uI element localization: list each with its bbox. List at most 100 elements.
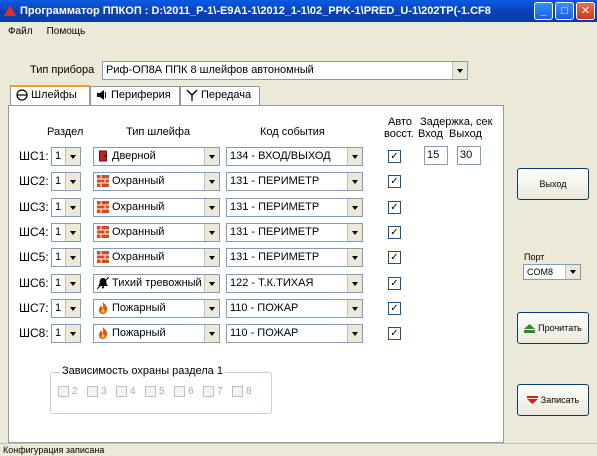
loop-type-select[interactable]: Тихий тревожный (93, 274, 220, 293)
dependency-checkbox[interactable]: 8 (232, 386, 252, 397)
chevron-down-icon[interactable] (65, 275, 80, 292)
auto-restore-checkbox[interactable]: ✓ (388, 175, 401, 188)
loop-event-code-select[interactable]: 122 - Т.К.ТИХАЯ (226, 274, 363, 293)
chevron-down-icon[interactable] (204, 325, 219, 342)
chevron-down-icon[interactable] (65, 300, 80, 317)
tab-loops[interactable]: Шлейфы (10, 85, 90, 107)
chevron-down-icon[interactable] (347, 148, 362, 165)
loop-event-code-select[interactable]: 131 - ПЕРИМЕТР (226, 248, 363, 267)
dependency-checkbox[interactable]: 5 (145, 386, 165, 397)
dependency-checkbox[interactable]: 2 (58, 386, 78, 397)
chevron-down-icon[interactable] (204, 224, 219, 241)
minimize-button[interactable]: _ (534, 2, 553, 20)
delay-in-input[interactable]: 15 (424, 146, 448, 165)
dependency-checkbox[interactable]: 6 (174, 386, 194, 397)
loop-event-code-select[interactable]: 134 - ВХОД/ВЫХОД (226, 147, 363, 166)
auto-restore-checkbox[interactable]: ✓ (388, 251, 401, 264)
loop-type-select[interactable]: Дверной (93, 147, 220, 166)
port-select[interactable]: COM8 (523, 264, 581, 280)
loop-section-select[interactable]: 1 (51, 248, 81, 267)
loop-event-code-select[interactable]: 131 - ПЕРИМЕТР (226, 172, 363, 191)
checkbox-box[interactable] (203, 386, 214, 397)
loop-section-select[interactable]: 1 (51, 147, 81, 166)
loop-type-select[interactable]: Охранный (93, 172, 220, 191)
delay-out-input[interactable]: 30 (457, 146, 481, 165)
chevron-down-icon[interactable] (347, 224, 362, 241)
loop-section-select[interactable]: 1 (51, 223, 81, 242)
chevron-down-icon[interactable] (204, 300, 219, 317)
auto-restore-checkbox[interactable]: ✓ (388, 226, 401, 239)
chevron-down-icon[interactable] (347, 199, 362, 216)
chevron-down-icon[interactable] (565, 265, 580, 279)
loop-event-code-select[interactable]: 110 - ПОЖАР (226, 324, 363, 343)
chevron-down-icon[interactable] (347, 173, 362, 190)
chevron-down-icon[interactable] (65, 148, 80, 165)
chevron-down-icon[interactable] (65, 325, 80, 342)
loop-type-select[interactable]: Охранный (93, 248, 220, 267)
checkbox-box[interactable] (58, 386, 69, 397)
chevron-down-icon[interactable] (204, 275, 219, 292)
chevron-down-icon[interactable] (204, 199, 219, 216)
loop-section-select[interactable]: 1 (51, 324, 81, 343)
write-button[interactable]: Записать (517, 384, 589, 416)
auto-restore-checkbox[interactable]: ✓ (388, 201, 401, 214)
exit-button[interactable]: Выход (517, 168, 589, 200)
alarm-bell-icon (97, 277, 112, 290)
chevron-down-icon[interactable] (204, 148, 219, 165)
loop-event-code-value: 122 - Т.К.ТИХАЯ (230, 277, 314, 289)
loop-label: ШС3: (19, 200, 49, 214)
chevron-down-icon[interactable] (452, 62, 467, 79)
loop-event-code-select[interactable]: 131 - ПЕРИМЕТР (226, 223, 363, 242)
loop-event-code-select[interactable]: 110 - ПОЖАР (226, 299, 363, 318)
dependency-checkbox[interactable]: 7 (203, 386, 223, 397)
chevron-down-icon[interactable] (347, 325, 362, 342)
chevron-down-icon[interactable] (65, 249, 80, 266)
chevron-down-icon[interactable] (65, 224, 80, 241)
device-type-select[interactable]: Риф-ОП8А ППК 8 шлейфов автономный (102, 61, 468, 80)
chevron-down-icon[interactable] (347, 275, 362, 292)
menu-help[interactable]: Помощь (39, 26, 92, 37)
auto-restore-checkbox[interactable]: ✓ (388, 150, 401, 163)
loop-event-code-select[interactable]: 131 - ПЕРИМЕТР (226, 198, 363, 217)
loop-section-value: 1 (55, 175, 62, 187)
loop-type-select[interactable]: Охранный (93, 198, 220, 217)
loop-type-select[interactable]: Пожарный (93, 324, 220, 343)
read-button[interactable]: Прочитать (517, 312, 589, 344)
checkbox-box[interactable] (116, 386, 127, 397)
dependency-checkbox[interactable]: 4 (116, 386, 136, 397)
loop-section-select[interactable]: 1 (51, 274, 81, 293)
loop-type-value: Охранный (112, 226, 165, 238)
loop-section-select[interactable]: 1 (51, 172, 81, 191)
tab-peripherals[interactable]: Периферия (90, 86, 180, 106)
loop-section-select[interactable]: 1 (51, 299, 81, 318)
dependency-checkbox[interactable]: 3 (87, 386, 107, 397)
checkbox-box[interactable] (232, 386, 243, 397)
chevron-down-icon[interactable] (65, 199, 80, 216)
loop-type-select[interactable]: Охранный (93, 223, 220, 242)
checkbox-box[interactable] (145, 386, 156, 397)
loop-section-select[interactable]: 1 (51, 198, 81, 217)
chevron-down-icon[interactable] (204, 173, 219, 190)
chevron-down-icon[interactable] (204, 249, 219, 266)
tab-transmission[interactable]: Передача (180, 86, 260, 106)
loop-type-value: Пожарный (112, 327, 166, 339)
checkbox-box[interactable] (87, 386, 98, 397)
auto-restore-checkbox[interactable]: ✓ (388, 302, 401, 315)
chevron-down-icon[interactable] (347, 300, 362, 317)
loop-type-value: Охранный (112, 251, 165, 263)
loop-section-value: 1 (55, 150, 62, 162)
menu-file[interactable]: Файл (0, 26, 39, 37)
chevron-down-icon[interactable] (65, 173, 80, 190)
close-button[interactable]: ✕ (576, 2, 595, 20)
auto-restore-checkbox[interactable]: ✓ (388, 277, 401, 290)
loop-section-value: 1 (55, 277, 62, 289)
loop-type-select[interactable]: Пожарный (93, 299, 220, 318)
auto-restore-checkbox[interactable]: ✓ (388, 327, 401, 340)
write-label: Записать (540, 395, 580, 405)
door-icon (97, 150, 112, 162)
checkbox-box[interactable] (174, 386, 185, 397)
port-label: Порт (524, 252, 545, 262)
chevron-down-icon[interactable] (347, 249, 362, 266)
maximize-button[interactable]: □ (555, 2, 574, 20)
tab-loops-label: Шлейфы (31, 89, 77, 101)
